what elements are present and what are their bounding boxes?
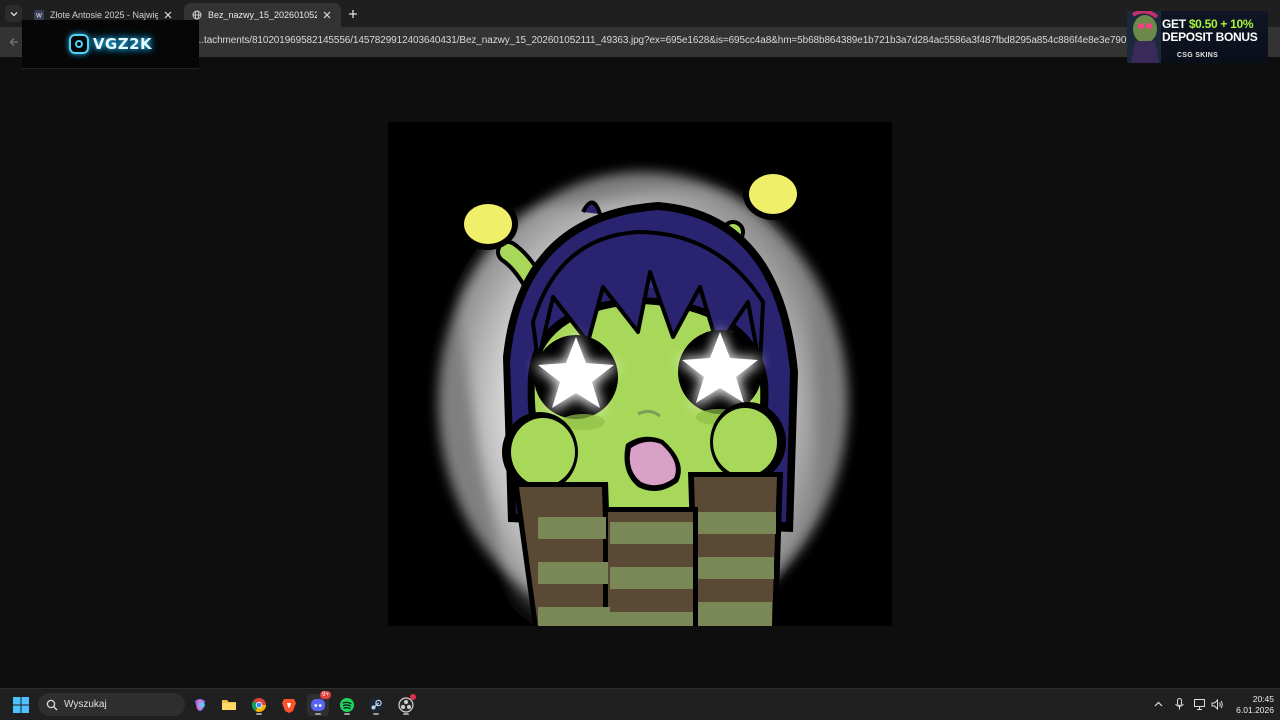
app-running-indicator — [403, 713, 409, 715]
chevron-down-icon — [10, 11, 17, 16]
tab-title: Złote Antosie 2025 - Największ — [50, 10, 158, 20]
svg-text:W: W — [36, 14, 42, 20]
taskbar-chrome[interactable] — [248, 694, 270, 716]
search-placeholder: Wyszukaj — [64, 699, 107, 710]
ad-get-text: GET — [1162, 17, 1189, 31]
back-button[interactable] — [6, 34, 22, 50]
volume-button[interactable] — [1210, 697, 1224, 711]
microphone-icon — [1174, 698, 1184, 710]
tab-search-button[interactable] — [5, 5, 22, 22]
ad-subheadline: DEPOSIT BONUS — [1162, 30, 1258, 44]
taskbar-search-box[interactable]: Wyszukaj — [38, 693, 185, 716]
taskbar-obs[interactable] — [395, 694, 417, 716]
clock-date: 6.01.2026 — [1236, 705, 1274, 715]
discord-notification-badge: 9+ — [320, 691, 331, 699]
chevron-up-icon — [1154, 701, 1162, 706]
app-running-indicator — [373, 713, 379, 715]
csgoskins-ad-banner[interactable]: GET $0.50 + 10% DEPOSIT BONUS CSG SKINS — [1127, 11, 1268, 63]
app-running-indicator — [344, 713, 350, 715]
windows-taskbar: Wyszukaj 9+ 20:45 6.01.2026 — [0, 688, 1280, 720]
app-running-indicator — [256, 713, 262, 715]
taskbar-steam[interactable] — [365, 694, 387, 716]
stream-logo-text: VGZ2K — [92, 35, 153, 53]
copilot-icon — [195, 699, 205, 711]
plus-icon — [349, 10, 357, 18]
recording-indicator-icon — [410, 694, 416, 700]
taskbar-discord[interactable]: 9+ — [307, 691, 331, 716]
taskbar-brave[interactable] — [278, 694, 300, 716]
network-icon — [1194, 698, 1205, 710]
instagram-icon — [68, 34, 89, 54]
start-button[interactable] — [13, 697, 29, 713]
new-tab-button[interactable] — [345, 6, 361, 22]
ad-brand-logo: CSG SKINS — [1176, 52, 1219, 59]
globe-icon — [192, 10, 202, 20]
file-explorer-icon — [222, 700, 236, 710]
app-running-indicator — [315, 713, 321, 715]
alien-drawing — [388, 122, 892, 626]
microphone-button[interactable] — [1172, 697, 1186, 711]
taskbar-spotify[interactable] — [336, 694, 358, 716]
taskbar-copilot[interactable] — [189, 694, 211, 716]
speaker-icon — [1211, 698, 1223, 710]
windows-logo-icon — [13, 697, 29, 713]
ad-bonus-amount: $0.50 + 10% — [1188, 17, 1254, 31]
stream-logo-overlay: VGZ2K — [22, 20, 199, 69]
show-hidden-icons-button[interactable] — [1151, 697, 1165, 711]
clock-time: 20:45 — [1252, 694, 1274, 704]
tab-title: Bez_nazwy_15_202601052111_ — [208, 10, 317, 20]
discord-icon — [311, 699, 325, 711]
close-tab-icon[interactable] — [321, 9, 333, 21]
arrow-left-icon — [9, 38, 18, 46]
tab-image-active[interactable]: Bez_nazwy_15_202601052111_ — [184, 3, 341, 27]
steam-icon — [369, 698, 383, 712]
displayed-image — [388, 122, 892, 626]
ad-headline: GET $0.50 + 10% — [1162, 17, 1254, 31]
spotify-icon — [340, 698, 354, 712]
address-bar-url[interactable]: ...tachments/810201969582145556/14578299… — [196, 35, 1144, 46]
network-button[interactable] — [1193, 697, 1207, 711]
system-clock[interactable]: 20:45 6.01.2026 — [1228, 694, 1274, 716]
taskbar-file-explorer[interactable] — [218, 694, 240, 716]
site-favicon-icon: W — [34, 10, 44, 20]
brave-icon — [282, 699, 296, 713]
chrome-icon — [251, 698, 266, 712]
search-icon — [46, 699, 58, 710]
